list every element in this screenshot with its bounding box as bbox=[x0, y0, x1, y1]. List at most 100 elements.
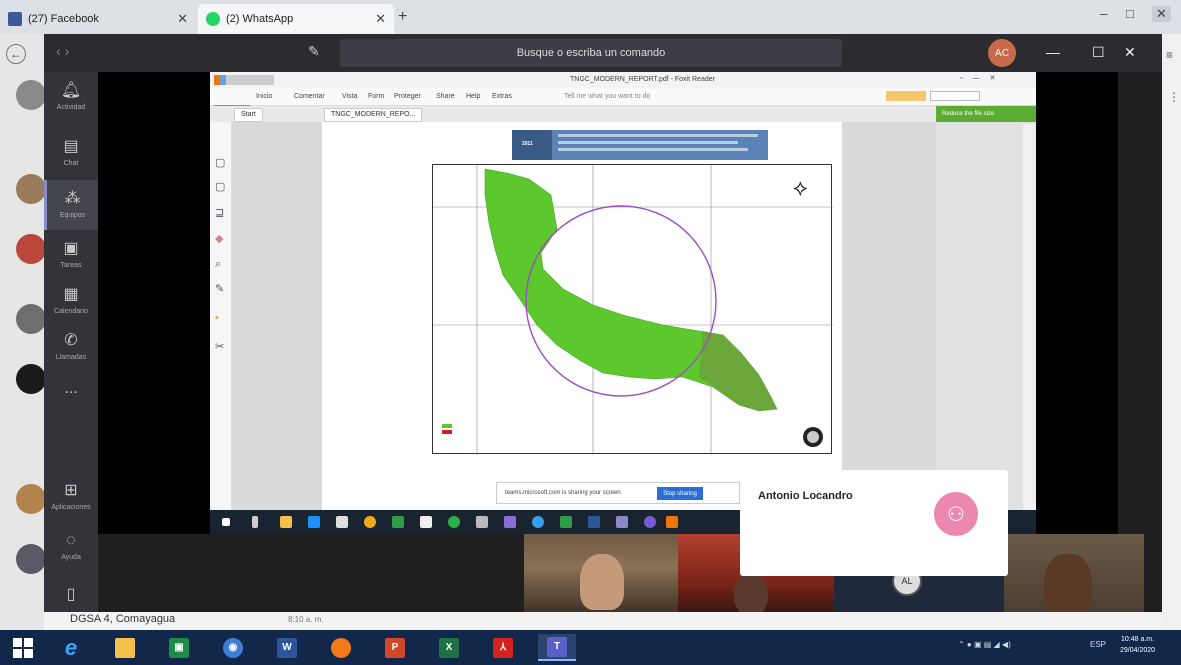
chat-icon: ▤ bbox=[63, 138, 79, 155]
close-button[interactable]: ✕ bbox=[1124, 44, 1136, 61]
phone-device-icon: ▯ bbox=[66, 586, 76, 603]
ie-icon[interactable]: e bbox=[52, 634, 90, 661]
back-icon[interactable]: ‹ bbox=[56, 43, 61, 59]
bookmark-icon[interactable]: ▢ bbox=[215, 156, 225, 169]
new-tab-button[interactable]: + bbox=[398, 8, 407, 26]
menu-form[interactable]: Form bbox=[368, 93, 384, 100]
contact-avatar[interactable] bbox=[16, 174, 46, 204]
menu-share[interactable]: Share bbox=[436, 93, 455, 100]
participant-card[interactable]: Antonio Locandro ⚇ bbox=[740, 470, 1008, 576]
search-input[interactable]: Busque o escriba un comando bbox=[340, 39, 842, 67]
teams-app-rail: 🔔︎ Actividad ▤ Chat ⁂ Equipos ▣ Tareas ▦… bbox=[44, 72, 98, 630]
skype-icon[interactable]: ◉ bbox=[214, 634, 252, 661]
teams-icon[interactable]: T bbox=[538, 634, 576, 661]
layers-icon[interactable]: ⊒ bbox=[215, 206, 224, 219]
tab-facebook[interactable]: (27) Facebook ✕ bbox=[0, 4, 196, 34]
rail-chat[interactable]: ▤ Chat bbox=[44, 128, 98, 178]
security-icon[interactable]: ▪ bbox=[215, 312, 219, 324]
apps-icon: ⊞ bbox=[64, 482, 78, 499]
folder-icon[interactable] bbox=[106, 634, 144, 661]
title-block-code: 2011 bbox=[522, 141, 533, 147]
rail-activity[interactable]: 🔔︎ Actividad bbox=[44, 72, 98, 122]
tasks-icon: ▣ bbox=[63, 240, 79, 257]
minimize-button[interactable]: — bbox=[1046, 44, 1060, 60]
tab-label: (2) WhatsApp bbox=[226, 13, 294, 25]
contact-avatar[interactable] bbox=[16, 234, 46, 264]
map-legend bbox=[442, 424, 454, 436]
tab-whatsapp[interactable]: (2) WhatsApp ✕ bbox=[198, 4, 394, 34]
maximize-button[interactable]: ☐ bbox=[1092, 44, 1105, 61]
rail-teams[interactable]: ⁂ Equipos bbox=[44, 180, 98, 230]
powerpoint-icon[interactable]: P bbox=[376, 634, 414, 661]
tab-report[interactable]: TNGC_MODERN_REPO... bbox=[324, 108, 423, 122]
contact-avatar[interactable] bbox=[16, 484, 46, 514]
foxit-icon bbox=[666, 516, 678, 528]
comments-icon[interactable]: ◆ bbox=[215, 232, 223, 245]
menu-help[interactable]: Help bbox=[466, 93, 480, 100]
reduce-size-banner[interactable]: Reduce the file size bbox=[936, 106, 1036, 122]
maximize-button[interactable]: □ bbox=[1126, 6, 1134, 21]
legend-row bbox=[442, 430, 454, 436]
acrobat-icon[interactable]: ⅄ bbox=[484, 634, 522, 661]
rail-help[interactable]: ◌ Ayuda bbox=[44, 524, 98, 574]
back-arrow-icon[interactable]: ← bbox=[6, 44, 26, 64]
menu-extras[interactable]: Extras bbox=[492, 93, 512, 100]
tools-icon[interactable]: ✂ bbox=[215, 340, 224, 353]
clock[interactable]: 10:48 a.m. 29/04/2020 bbox=[1120, 634, 1155, 656]
reader-ribbon: Inicio Comentar Vista Form Proteger Shar… bbox=[210, 88, 1036, 121]
windows-logo[interactable] bbox=[4, 634, 42, 661]
participant-face bbox=[1044, 554, 1092, 614]
signature-icon[interactable]: ✎ bbox=[215, 282, 224, 295]
skype-glyph: ◉ bbox=[223, 637, 243, 658]
contact-avatar[interactable] bbox=[16, 80, 46, 110]
phone-icon: ✆ bbox=[64, 332, 78, 349]
word-icon[interactable]: W bbox=[268, 634, 306, 661]
close-icon[interactable]: ✕ bbox=[177, 11, 188, 27]
store-icon[interactable]: ▣ bbox=[160, 634, 198, 661]
reader-title-bar: TNGC_MODERN_REPORT.pdf - Foxit Reader ▫—… bbox=[210, 72, 1036, 88]
close-window-button[interactable]: ✕ bbox=[1152, 6, 1171, 22]
menu-inicio[interactable]: Inicio bbox=[256, 93, 272, 100]
profile-avatar[interactable]: AC bbox=[988, 39, 1016, 67]
reader-right-panel: Reduce the file size bbox=[936, 106, 1036, 510]
find-input[interactable] bbox=[930, 91, 980, 101]
system-tray-icons[interactable]: ⌃ ● ▣ ▤ ◢ ◀) bbox=[958, 640, 1011, 649]
clock-time: 10:48 a.m. bbox=[1120, 636, 1155, 643]
menu-proteger[interactable]: Proteger bbox=[394, 93, 421, 100]
firefox-icon[interactable] bbox=[322, 634, 360, 661]
contact-avatar[interactable] bbox=[16, 304, 46, 334]
whatsapp-icon bbox=[206, 12, 220, 26]
stop-sharing-button[interactable]: Stop sharing bbox=[657, 487, 703, 500]
reader-scrollbar[interactable] bbox=[1023, 124, 1036, 510]
minimize-button[interactable]: – bbox=[1100, 6, 1107, 21]
language-indicator[interactable]: ESP bbox=[1090, 640, 1106, 649]
rail-calls[interactable]: ✆ Llamadas bbox=[44, 322, 98, 372]
reader-window-controls[interactable]: ▫—✕ bbox=[960, 74, 1005, 82]
rail-apps[interactable]: ⊞ Aplicaciones bbox=[44, 472, 98, 522]
excel-icon[interactable]: X bbox=[430, 634, 468, 661]
close-icon[interactable]: ✕ bbox=[375, 11, 386, 27]
windows-logo-glyph bbox=[13, 637, 33, 658]
pages-icon[interactable]: ▢ bbox=[215, 180, 225, 193]
nav-arrows[interactable]: ‹ › bbox=[56, 43, 69, 59]
chat-channel-name[interactable]: DGSA 4, Comayagua bbox=[70, 613, 175, 625]
more-icon[interactable]: ⋮ bbox=[1168, 90, 1180, 104]
contact-avatar[interactable] bbox=[16, 364, 46, 394]
map-title-block: 2011 bbox=[512, 130, 768, 160]
forward-icon[interactable]: › bbox=[65, 43, 70, 59]
rail-tasks[interactable]: ▣ Tareas bbox=[44, 230, 98, 280]
attachment-icon[interactable]: ⌕ bbox=[215, 258, 221, 271]
chrome-icon bbox=[364, 516, 376, 528]
tell-me-input[interactable]: Tell me what you want to do bbox=[564, 93, 650, 100]
rail-calendar[interactable]: ▦ Calendario bbox=[44, 276, 98, 326]
tab-start[interactable]: Start bbox=[234, 108, 263, 122]
participant-name: Antonio Locandro bbox=[758, 490, 853, 502]
compose-icon[interactable]: ✎ bbox=[308, 43, 320, 60]
ribbon-tools-icons[interactable] bbox=[886, 91, 926, 101]
rail-more[interactable]: ... bbox=[44, 372, 98, 422]
menu-icon[interactable]: ≡ bbox=[1166, 48, 1173, 62]
menu-vista[interactable]: Vista bbox=[342, 93, 357, 100]
menu-comentar[interactable]: Comentar bbox=[294, 93, 325, 100]
contact-avatar[interactable] bbox=[16, 544, 46, 574]
quick-access-icons[interactable] bbox=[214, 75, 274, 85]
